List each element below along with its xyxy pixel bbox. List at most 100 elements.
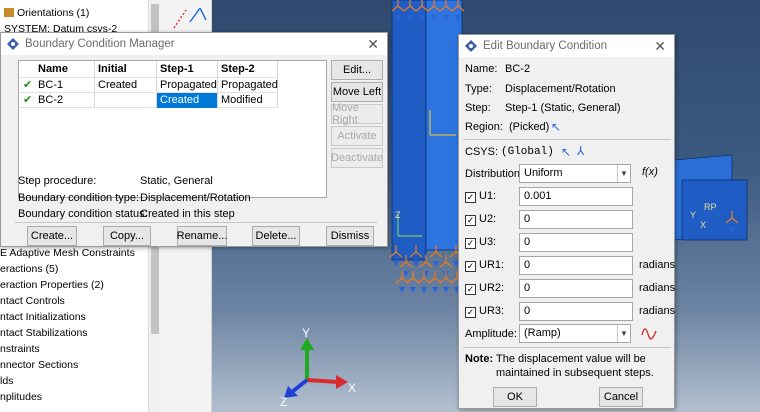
tree-item[interactable]: eractions (5) xyxy=(0,262,58,277)
ur1-unit: radians xyxy=(639,259,676,271)
tree-item[interactable]: eraction Properties (2) xyxy=(0,278,104,293)
tree-item[interactable]: ntact Initializations xyxy=(0,310,86,325)
close-icon[interactable]: ✕ xyxy=(654,38,666,55)
bc-manager-titlebar[interactable]: Boundary Condition Manager ✕ xyxy=(1,33,387,55)
triad-y-label: Y xyxy=(302,326,310,340)
type-label: Type: xyxy=(465,83,492,95)
chevron-down-icon[interactable]: ▼ xyxy=(617,325,630,342)
edit-bc-titlebar[interactable]: Edit Boundary Condition ✕ xyxy=(459,35,674,57)
tree-item-label: nstraints xyxy=(0,343,40,355)
bc-step1-cell-selected[interactable]: Created xyxy=(157,93,217,108)
ur2-checkbox[interactable]: ✓ xyxy=(465,284,476,295)
bc-step2-cell[interactable]: Modified xyxy=(218,93,263,108)
deactivate-button[interactable]: Deactivate xyxy=(331,148,383,168)
move-right-button[interactable]: Move Right xyxy=(331,102,383,126)
u3-checkbox[interactable]: ✓ xyxy=(465,238,476,249)
bc-step2-cell[interactable]: Propagated xyxy=(218,78,278,93)
fx-button[interactable]: f(x) xyxy=(642,166,658,178)
u2-label: U2: xyxy=(479,213,497,225)
orientation-icon xyxy=(4,8,14,17)
step-procedure-info: Step procedure: Static, General xyxy=(18,175,213,187)
name-label: Name: xyxy=(465,63,498,75)
tree-item[interactable]: E Adaptive Mesh Constraints xyxy=(0,246,135,261)
ur2-label: UR2: xyxy=(479,282,505,294)
amplitude-select[interactable]: (Ramp) ▼ xyxy=(519,324,631,343)
u2-checkbox[interactable]: ✓ xyxy=(465,215,476,226)
u1-input[interactable]: 0.001 xyxy=(519,187,633,206)
bc-step1-cell[interactable]: Propagated xyxy=(157,78,217,93)
ur3-checkbox[interactable]: ✓ xyxy=(465,307,476,318)
abaqus-app-icon xyxy=(7,38,19,50)
bc-name-cell[interactable]: BC-1 xyxy=(35,78,63,93)
viewport-label-x: X xyxy=(700,220,706,230)
ur1-input[interactable]: 0 xyxy=(519,256,633,275)
tree-item[interactable]: Orientations (1) xyxy=(4,6,89,21)
amplitude-value: (Ramp) xyxy=(524,327,561,339)
edit-button[interactable]: Edit... xyxy=(331,60,383,80)
tree-item[interactable]: nnector Sections xyxy=(0,358,78,373)
bc-initial-cell[interactable] xyxy=(95,93,98,108)
tree-item[interactable]: nstraints xyxy=(0,342,40,357)
col-header-initial[interactable]: Initial xyxy=(95,62,127,77)
tree-item[interactable]: ntact Stabilizations xyxy=(0,326,88,341)
chevron-down-icon[interactable]: ▼ xyxy=(617,165,630,182)
type-value: Displacement/Rotation xyxy=(505,83,616,95)
ur1-checkbox[interactable]: ✓ xyxy=(465,261,476,272)
bc-region-row: Region: (Picked) ↖ xyxy=(465,120,561,134)
ur2-unit: radians xyxy=(639,282,676,294)
select-region-cursor-icon[interactable]: ↖ xyxy=(551,120,561,134)
rename-button[interactable]: Rename... xyxy=(177,226,227,246)
col-header-step1[interactable]: Step-1 xyxy=(157,62,194,77)
distribution-value: Uniform xyxy=(524,167,563,179)
bc-name-row: Name: BC-2 xyxy=(465,63,530,75)
col-header-name[interactable]: Name xyxy=(35,62,68,77)
u3-label: U3: xyxy=(479,236,497,248)
edit-bc-title: Edit Boundary Condition xyxy=(483,40,608,52)
tree-item[interactable]: lds xyxy=(0,374,13,389)
bc-step-row: Step: Step-1 (Static, General) xyxy=(465,102,621,114)
dismiss-button[interactable]: Dismiss xyxy=(326,226,374,246)
ur1-label: UR1: xyxy=(479,259,505,271)
step-procedure-value: Static, General xyxy=(140,175,213,187)
tree-item-label: eractions (5) xyxy=(0,263,59,275)
select-csys-cursor-icon[interactable]: ↖ xyxy=(561,145,571,159)
bc-type-label: Boundary condition type: xyxy=(18,192,140,204)
cancel-button[interactable]: Cancel xyxy=(599,387,643,407)
column-side-face xyxy=(425,0,463,251)
rp-label: RP xyxy=(704,202,717,212)
u3-input[interactable]: 0 xyxy=(519,233,633,252)
u2-input[interactable]: 0 xyxy=(519,210,633,229)
note-line-1: The displacement value will be xyxy=(496,353,646,365)
bc-initial-cell[interactable]: Created xyxy=(95,78,137,93)
step-label: Step: xyxy=(465,102,491,114)
ur3-unit: radians xyxy=(639,305,676,317)
create-amplitude-icon[interactable] xyxy=(641,327,657,341)
create-csys-icon[interactable]: ⅄ xyxy=(577,144,584,158)
ok-button[interactable]: OK xyxy=(493,387,537,407)
ur2-input[interactable]: 0 xyxy=(519,279,633,298)
bc-status-info: Boundary condition status: Created in th… xyxy=(18,208,235,220)
bc-name-cell[interactable]: BC-2 xyxy=(35,93,63,108)
close-icon[interactable]: ✕ xyxy=(367,36,379,53)
delete-button[interactable]: Delete... xyxy=(252,226,300,246)
u1-checkbox[interactable]: ✓ xyxy=(465,192,476,203)
csys-row: CSYS: (Global) ↖ ⅄ xyxy=(465,144,584,159)
amplitude-label-row: Amplitude: xyxy=(465,328,517,340)
move-left-button[interactable]: Move Left xyxy=(331,82,383,102)
name-value: BC-2 xyxy=(505,63,531,75)
activate-button[interactable]: Activate xyxy=(331,126,383,146)
tree-item[interactable]: ntact Controls xyxy=(0,294,65,309)
copy-button[interactable]: Copy... xyxy=(103,226,151,246)
create-button[interactable]: Create... xyxy=(27,226,77,246)
triad-z-label: Z xyxy=(280,395,287,409)
tree-item-label: ntact Controls xyxy=(0,295,65,307)
amplitude-label: Amplitude: xyxy=(465,328,517,340)
ur3-input[interactable]: 0 xyxy=(519,302,633,321)
distribution-select[interactable]: Uniform ▼ xyxy=(519,164,631,183)
tree-item-label: Orientations (1) xyxy=(17,7,90,19)
col-header-step2[interactable]: Step-2 xyxy=(218,62,255,77)
bc-status-label: Boundary condition status: xyxy=(18,208,148,220)
tree-item-label: nplitudes xyxy=(0,391,43,403)
csys-value: (Global) xyxy=(501,146,554,158)
tree-item[interactable]: nplitudes xyxy=(0,390,42,405)
